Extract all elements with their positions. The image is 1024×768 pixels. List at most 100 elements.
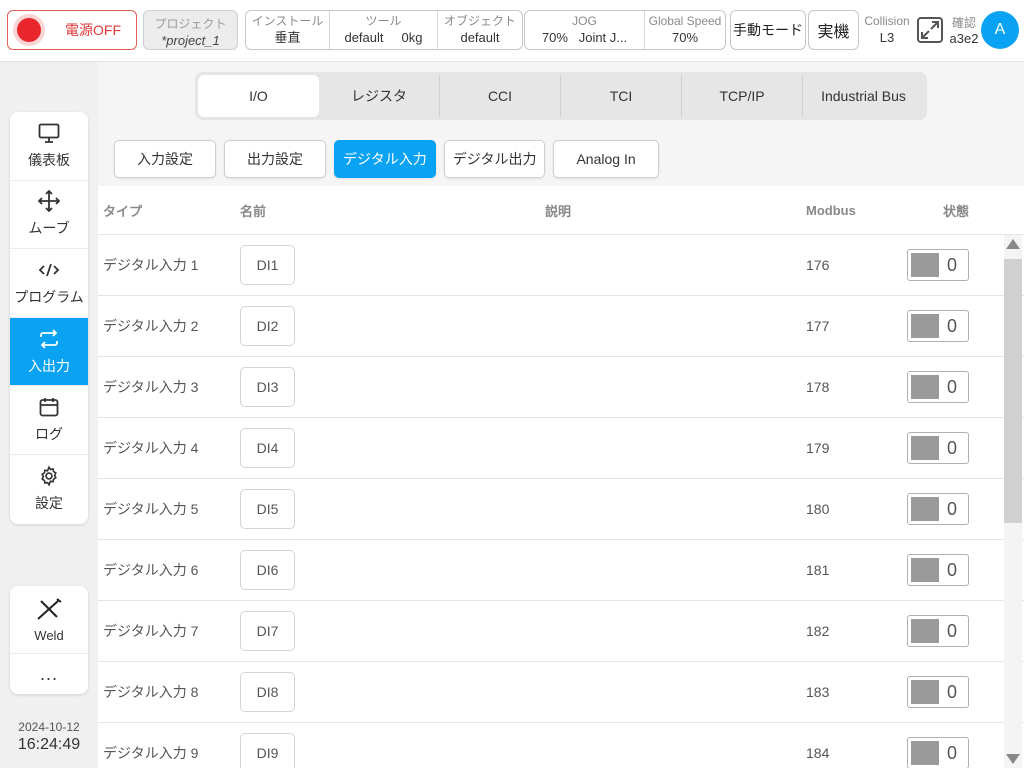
- row-type: デジタル入力 6: [103, 562, 199, 578]
- row-name-button[interactable]: DI7: [240, 611, 295, 651]
- tab-tci[interactable]: TCI: [561, 75, 682, 117]
- row-name-button[interactable]: DI5: [240, 489, 295, 529]
- scroll-thumb[interactable]: [1004, 259, 1022, 523]
- subtab-output-settings[interactable]: 出力設定: [224, 140, 326, 178]
- table-header: タイプ 名前 説明 Modbus 状態: [98, 186, 1024, 235]
- state-toggle[interactable]: 0: [907, 310, 969, 342]
- tool-cell[interactable]: ツール default 0kg: [330, 11, 438, 49]
- speed-title: Global Speed: [648, 14, 722, 28]
- calendar-icon: [38, 396, 60, 418]
- sidebar-item-dashboard[interactable]: 儀表板: [10, 112, 88, 181]
- row-type: デジタル入力 9: [103, 745, 199, 761]
- row-modbus: 177: [806, 318, 830, 334]
- subtab-digital-input[interactable]: デジタル入力: [334, 140, 436, 178]
- digital-input-table: タイプ 名前 説明 Modbus 状態 デジタル入力 1 DI1 176 0 デ…: [98, 186, 1024, 768]
- row-type: デジタル入力 7: [103, 623, 199, 639]
- state-toggle-knob: [911, 741, 939, 765]
- monitor-icon: [38, 122, 60, 144]
- state-value: 0: [947, 376, 958, 397]
- main-panel: I/O レジスタ CCI TCI TCP/IP Industrial Bus 入…: [98, 62, 1024, 768]
- object-title: オブジェクト: [443, 14, 516, 28]
- state-value: 0: [947, 742, 958, 763]
- real-machine-button[interactable]: 実機: [808, 10, 859, 50]
- row-name-button[interactable]: DI9: [240, 733, 295, 768]
- sidebar-item-settings[interactable]: 設定: [10, 455, 88, 524]
- row-name-button[interactable]: DI8: [240, 672, 295, 712]
- jog-cell[interactable]: JOG 70% Joint J...: [525, 11, 645, 49]
- confirm-title: 確認: [951, 16, 976, 30]
- row-modbus: 179: [806, 440, 830, 456]
- subtab-analog-in[interactable]: Analog In: [553, 140, 659, 178]
- state-toggle[interactable]: 0: [907, 676, 969, 708]
- header-name: 名前: [240, 203, 267, 219]
- row-modbus: 176: [806, 257, 830, 273]
- sidebar-item-io[interactable]: 入出力: [10, 317, 88, 387]
- header-desc: 説明: [545, 203, 572, 219]
- state-value: 0: [947, 437, 958, 458]
- state-toggle[interactable]: 0: [907, 493, 969, 525]
- row-modbus: 183: [806, 684, 830, 700]
- install-cell[interactable]: インストール 垂直: [246, 11, 330, 49]
- table-scrollbar[interactable]: [1004, 235, 1022, 768]
- power-button[interactable]: 電源OFF: [7, 10, 137, 50]
- scroll-up-icon[interactable]: [1006, 239, 1020, 249]
- user-avatar[interactable]: A: [981, 11, 1019, 49]
- subtab-digital-output[interactable]: デジタル出力: [443, 140, 546, 178]
- project-selector[interactable]: プロジェクト *project_1: [143, 10, 238, 50]
- row-type: デジタル入力 3: [103, 379, 199, 395]
- row-name-button[interactable]: DI3: [240, 367, 295, 407]
- sidebar-extra: Weld ...: [10, 586, 88, 694]
- row-modbus: 184: [806, 745, 830, 761]
- state-toggle[interactable]: 0: [907, 737, 969, 768]
- object-cell[interactable]: オブジェクト default: [438, 11, 522, 49]
- row-modbus: 181: [806, 562, 830, 578]
- install-group[interactable]: インストール 垂直 ツール default 0kg オブジェクト default: [245, 10, 523, 50]
- state-toggle-knob: [911, 253, 939, 277]
- expand-icon[interactable]: [916, 16, 944, 44]
- state-toggle[interactable]: 0: [907, 249, 969, 281]
- clock: 2024-10-12 16:24:49: [10, 720, 88, 754]
- move-icon: [38, 190, 60, 213]
- table-body: デジタル入力 1 DI1 176 0 デジタル入力 2 DI2 177 0 デジ…: [98, 235, 1024, 768]
- tool-value: default 0kg: [344, 30, 423, 45]
- sidebar-item-move[interactable]: ムーブ: [10, 181, 88, 250]
- sidebar-item-label: 設定: [35, 495, 63, 512]
- tab-io[interactable]: I/O: [198, 75, 319, 117]
- state-toggle[interactable]: 0: [907, 371, 969, 403]
- io-icon: [38, 328, 60, 350]
- sidebar-item-weld[interactable]: Weld: [10, 586, 88, 654]
- collision-level[interactable]: Collision L3: [862, 14, 912, 45]
- row-name-button[interactable]: DI1: [240, 245, 295, 285]
- tab-industrial-bus[interactable]: Industrial Bus: [803, 75, 924, 117]
- row-type: デジタル入力 5: [103, 501, 199, 517]
- jog-group[interactable]: JOG 70% Joint J... Global Speed 70%: [524, 10, 726, 50]
- row-name-button[interactable]: DI2: [240, 306, 295, 346]
- confirm-value: a3e2: [949, 31, 979, 46]
- state-toggle-knob: [911, 680, 939, 704]
- state-value: 0: [947, 620, 958, 641]
- state-toggle[interactable]: 0: [907, 615, 969, 647]
- confirm-code[interactable]: 確認 a3e2: [946, 14, 982, 46]
- sidebar-item-log[interactable]: ログ: [10, 386, 88, 455]
- state-toggle[interactable]: 0: [907, 432, 969, 464]
- state-toggle-knob: [911, 375, 939, 399]
- scroll-down-icon[interactable]: [1006, 754, 1020, 764]
- tab-register[interactable]: レジスタ: [319, 75, 440, 117]
- subtab-input-settings[interactable]: 入力設定: [114, 140, 216, 178]
- row-name-button[interactable]: DI6: [240, 550, 295, 590]
- tab-tcpip[interactable]: TCP/IP: [682, 75, 803, 117]
- state-value: 0: [947, 498, 958, 519]
- state-value: 0: [947, 559, 958, 580]
- state-toggle[interactable]: 0: [907, 554, 969, 586]
- row-name-button[interactable]: DI4: [240, 428, 295, 468]
- manual-mode-button[interactable]: 手動モード: [730, 10, 806, 50]
- sidebar-item-program[interactable]: プログラム: [10, 249, 88, 318]
- collision-value: L3: [879, 30, 895, 45]
- table-row: デジタル入力 4 DI4 179 0: [98, 418, 1024, 479]
- more-button[interactable]: ...: [10, 654, 88, 694]
- speed-cell[interactable]: Global Speed 70%: [645, 11, 725, 49]
- tab-cci[interactable]: CCI: [440, 75, 561, 117]
- state-toggle-knob: [911, 314, 939, 338]
- row-type: デジタル入力 8: [103, 684, 199, 700]
- weld-label: Weld: [34, 627, 64, 643]
